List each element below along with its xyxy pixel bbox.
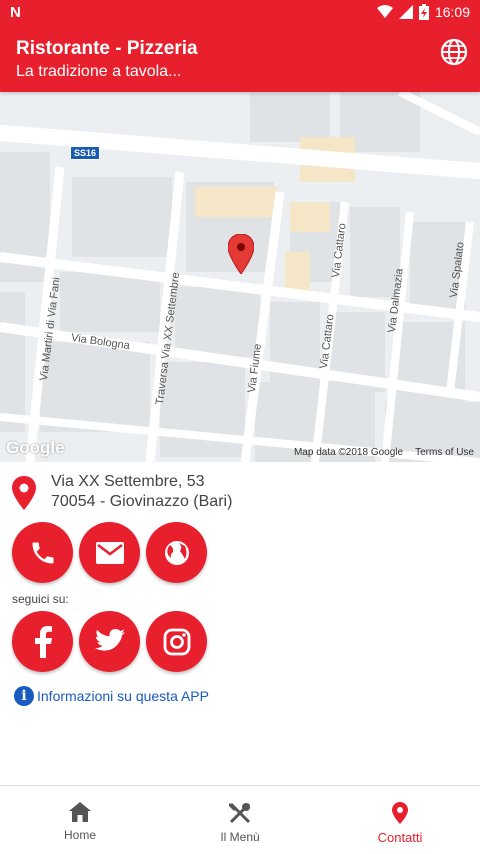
map-attribution: Map data ©2018 Google Terms of Use <box>294 447 474 458</box>
nav-label-menu: Il Menù <box>220 830 260 844</box>
app-bar: Ristorante - Pizzeria La tradizione a ta… <box>0 24 480 92</box>
website-button[interactable] <box>146 522 207 583</box>
info-icon: i <box>14 686 34 706</box>
nav-label-home: Home <box>63 828 96 842</box>
app-info-label: Informazioni su questa APP <box>37 688 209 704</box>
twitter-icon <box>94 628 125 651</box>
nav-item-contacts[interactable]: Contatti <box>320 786 480 854</box>
page-subtitle: La tradizione a tavola... <box>16 63 182 80</box>
bottom-navigation: Home Il Menù Contatti <box>0 785 480 854</box>
location-pin-icon <box>392 802 408 824</box>
map-marker-icon[interactable] <box>228 234 254 274</box>
location-pin-icon <box>12 476 36 510</box>
email-icon <box>95 541 124 564</box>
map-data-text: Map data ©2018 Google <box>293 447 404 458</box>
globe-icon[interactable] <box>440 38 468 66</box>
address-block: Via XX Settembre, 53 70054 - Giovinazzo … <box>0 472 480 516</box>
address-city: 70054 - Giovinazzo (Bari) <box>51 493 233 510</box>
instagram-icon <box>163 628 190 655</box>
nav-item-home[interactable]: Home <box>0 786 160 854</box>
terms-of-use-link[interactable]: Terms of Use <box>415 447 474 458</box>
email-button[interactable] <box>79 522 140 583</box>
page-title: Ristorante - Pizzeria <box>16 38 198 59</box>
map-view[interactable]: SS16 Via Martiri di Via Fani Traversa Vi… <box>0 92 480 462</box>
road-shield-ss16: SS16 <box>70 146 101 160</box>
status-bar: N 16:09 <box>0 0 480 24</box>
app-info-link[interactable]: i Informazioni su questa APP <box>14 686 209 706</box>
nav-label-contacts: Contatti <box>377 830 423 845</box>
facebook-icon <box>34 625 52 658</box>
follow-label: seguici su: <box>12 592 69 606</box>
instagram-button[interactable] <box>146 611 207 672</box>
contact-buttons <box>12 522 207 583</box>
cutlery-icon <box>229 802 251 824</box>
home-icon <box>69 802 91 822</box>
signal-icon <box>398 5 413 19</box>
social-buttons <box>12 611 207 672</box>
twitter-button[interactable] <box>79 611 140 672</box>
phone-button[interactable] <box>12 522 73 583</box>
phone-icon <box>32 542 53 563</box>
clock: 16:09 <box>434 4 470 20</box>
battery-charging-icon <box>418 4 429 20</box>
google-logo: Google <box>6 438 65 457</box>
web-icon <box>164 540 189 565</box>
n-logo: N <box>10 3 21 21</box>
nav-item-menu[interactable]: Il Menù <box>160 786 320 854</box>
wifi-icon <box>376 5 393 18</box>
address-street: Via XX Settembre, 53 <box>51 473 205 490</box>
facebook-button[interactable] <box>12 611 73 672</box>
